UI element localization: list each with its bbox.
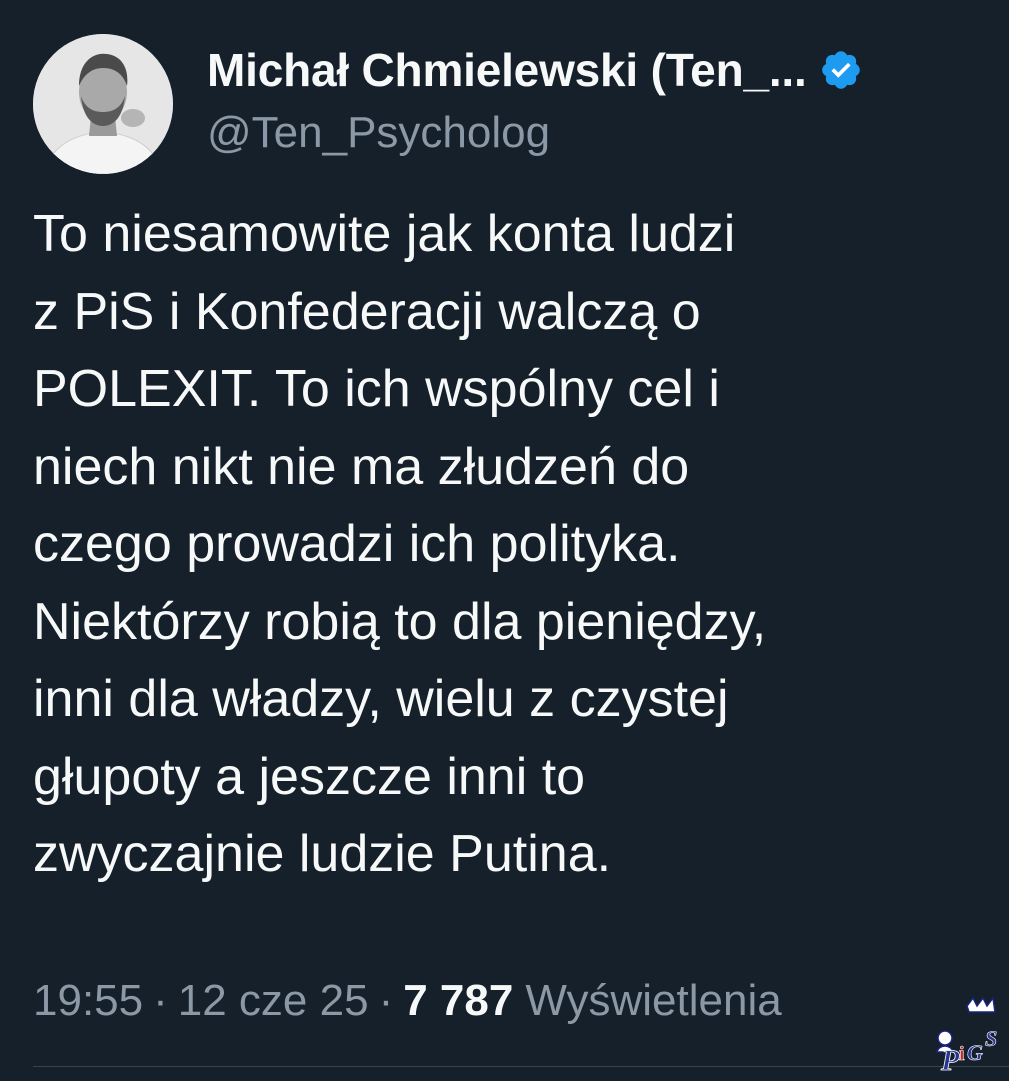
tweet-line: czego prowadzi ich polityka. — [33, 515, 681, 573]
tweet-date[interactable]: 12 cze 25 — [178, 976, 369, 1026]
svg-text:i: i — [959, 1043, 965, 1065]
svg-text:S: S — [985, 1026, 997, 1051]
tweet-line: niech nikt nie ma złudzeń do — [33, 437, 690, 496]
tweet-text: To niesamowite jak konta ludzi z PiS i K… — [33, 196, 993, 894]
tweet-line: zwyczajnie ludzie Putina. — [33, 825, 612, 883]
author-name-row[interactable]: Michał Chmielewski (Ten_... — [207, 40, 863, 100]
pigs-watermark-logo: P i G S — [923, 994, 1005, 1077]
meta-separator: · — [153, 976, 168, 1025]
tweet-time[interactable]: 19:55 — [33, 976, 143, 1026]
tweet-meta: 19:55 · 12 cze 25 · 7 787 Wyświetlenia — [33, 976, 782, 1026]
avatar[interactable] — [33, 34, 173, 174]
tweet-line: Niektórzy robią to dla pieniędzy, — [33, 592, 767, 651]
profile-photo — [33, 34, 173, 174]
divider — [33, 1066, 1009, 1067]
svg-text:P: P — [940, 1044, 960, 1076]
tweet-line: głupoty a jeszcze inni to — [33, 747, 586, 806]
views-count[interactable]: 7 787 — [403, 976, 513, 1026]
svg-text:G: G — [967, 1040, 983, 1065]
author-display-name[interactable]: Michał Chmielewski (Ten_... — [207, 43, 807, 97]
author-handle[interactable]: @Ten_Psycholog — [207, 108, 550, 158]
meta-separator: · — [378, 976, 394, 1025]
tweet-line: inni dla władzy, wielu z czystej — [33, 670, 729, 728]
tweet-line: To niesamowite jak konta ludzi — [33, 205, 736, 263]
views-label[interactable]: Wyświetlenia — [525, 976, 781, 1026]
tweet-line: z PiS i Konfederacji walczą o — [33, 282, 701, 341]
verified-badge-icon — [819, 48, 863, 92]
tweet-line: POLEXIT. To ich wspólny cel i — [33, 360, 720, 418]
